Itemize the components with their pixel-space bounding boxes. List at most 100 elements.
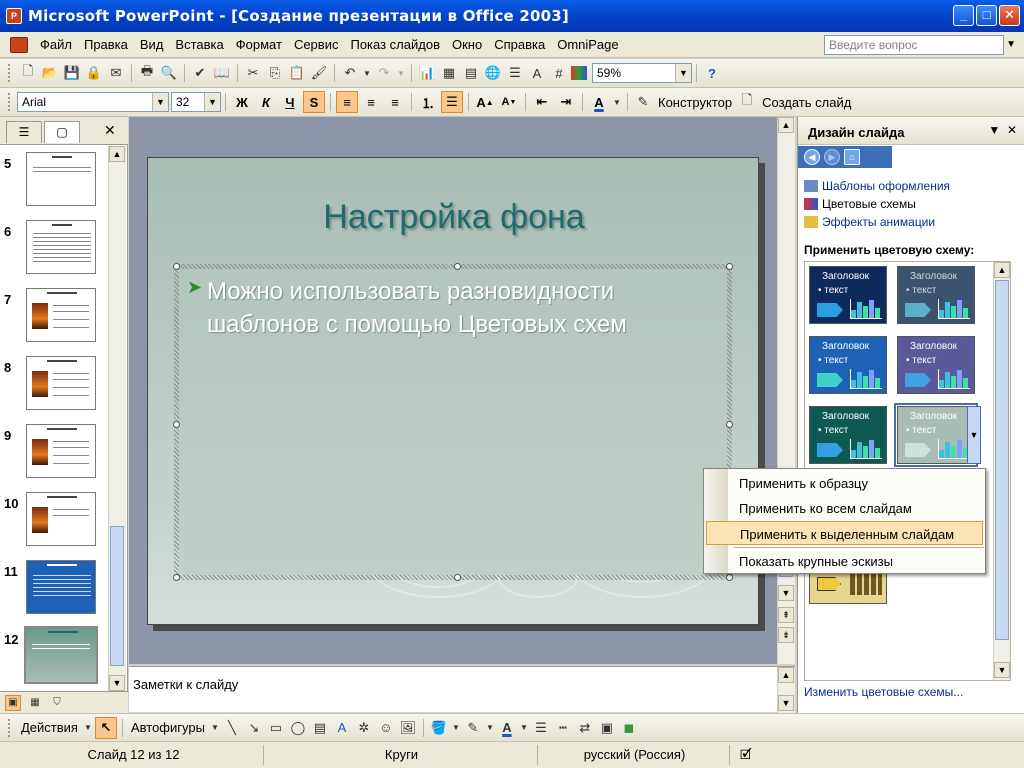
font-select[interactable]: Arial ▼ [17,92,169,112]
slide-scrollbar[interactable]: ▲ ▼ ⇞ ⇟ [777,117,795,664]
slide-thumbnail[interactable] [26,356,96,410]
paste-icon[interactable]: 📋 [287,63,307,83]
link-design-templates[interactable]: Шаблоны оформления [804,179,950,193]
designer-button[interactable]: Конструктор [654,95,736,110]
decrease-font-icon[interactable]: A ▼ [498,91,520,113]
color-scheme-2[interactable]: Заголовок • текст [897,266,975,324]
slides-scrollbar[interactable]: ▲ ▼ [108,146,126,691]
font-color-dropdown-icon[interactable]: ▼ [612,92,622,112]
line-color-icon[interactable]: ✎ [463,718,483,738]
numbering-icon[interactable]: ⒈ [417,91,439,113]
autoshapes-dropdown-icon[interactable]: ▼ [210,718,220,738]
align-right-icon[interactable]: ≡ [384,91,406,113]
oval-icon[interactable]: ◯ [288,718,308,738]
wordart-icon[interactable]: A [332,718,352,738]
scroll-up-icon[interactable]: ▲ [994,262,1010,278]
spelling-icon[interactable]: ✔ [190,63,210,83]
scroll-up-icon[interactable]: ▲ [778,667,794,683]
open-icon[interactable]: 📂 [40,63,60,83]
menu-window[interactable]: Окно [446,37,488,52]
autoshapes-menu[interactable]: Автофигуры [127,720,209,735]
slide-sorter-icon[interactable]: ▦ [27,695,43,711]
color-scheme-3[interactable]: Заголовок • текст [809,336,887,394]
redo-dropdown-icon[interactable]: ▼ [396,63,406,83]
font-dropdown-icon[interactable]: ▼ [152,93,168,111]
menu-help[interactable]: Справка [488,37,551,52]
resize-handle[interactable] [726,421,733,428]
increase-indent-icon[interactable]: ⇥ [555,91,577,113]
new-slide-button[interactable]: Создать слайд [758,95,855,110]
3d-style-icon[interactable]: ◼ [619,718,639,738]
back-icon[interactable]: ◀ [804,149,820,165]
draw-font-color-dropdown-icon[interactable]: ▼ [519,718,529,738]
color-scheme-1[interactable]: Заголовок • текст [809,266,887,324]
select-objects-icon[interactable]: ↖ [94,716,117,739]
resize-handle[interactable] [726,574,733,581]
edit-color-schemes-link[interactable]: Изменить цветовые схемы... [804,685,963,699]
insert-hyperlink-icon[interactable]: 🌐 [483,63,503,83]
new-icon[interactable]: 🗋 [18,63,38,83]
line-style-icon[interactable]: ☰ [531,718,551,738]
save-icon[interactable]: 💾 [62,63,82,83]
actions-dropdown-icon[interactable]: ▼ [83,718,93,738]
menu-omnipage[interactable]: OmniPage [551,37,624,52]
decrease-indent-icon[interactable]: ⇤ [531,91,553,113]
slide-thumb-8[interactable]: 8 [0,356,108,420]
link-label[interactable]: Цветовые схемы [822,197,916,211]
document-icon[interactable] [10,36,28,53]
scroll-up-icon[interactable]: ▲ [778,117,794,133]
redo-icon[interactable]: ↷ [374,63,394,83]
show-formatting-icon[interactable]: A [527,63,547,83]
toolbar-grip[interactable] [8,64,11,82]
fill-color-dropdown-icon[interactable]: ▼ [451,718,461,738]
scroll-down-icon[interactable]: ▼ [994,662,1010,678]
permission-icon[interactable]: 🔒 [84,63,104,83]
show-grid-icon[interactable]: # [549,63,569,83]
menu-format[interactable]: Формат [230,37,288,52]
menu-slideshow[interactable]: Показ слайдов [344,37,446,52]
format-painter-icon[interactable]: 🖌 [309,63,329,83]
scheme-dropdown-icon[interactable]: ▼ [967,406,981,464]
menu-file[interactable]: Файл [34,37,78,52]
resize-handle[interactable] [454,263,461,270]
powerpoint-app-icon[interactable]: P [6,8,22,24]
undo-icon[interactable]: ↶ [340,63,360,83]
help-icon[interactable]: ? [702,63,722,83]
link-color-schemes[interactable]: Цветовые схемы [804,197,916,211]
clipart-icon[interactable]: ☺ [376,718,396,738]
menu-apply-to-master[interactable]: Применить к образцу [706,471,983,495]
bold-button[interactable]: Ж [231,91,253,113]
slide-thumb-10[interactable]: 10 [0,492,108,556]
menu-show-large-previews[interactable]: Показать крупные эскизы [706,549,983,573]
link-label[interactable]: Шаблоны оформления [822,179,950,193]
tab-slides[interactable]: ▢ [44,121,80,143]
textbox-icon[interactable]: ▤ [310,718,330,738]
color-scheme-6[interactable]: Заголовок • текст [894,403,978,467]
tables-borders-icon[interactable]: ▤ [461,63,481,83]
align-left-icon[interactable]: ≡ [336,91,358,113]
font-color-icon[interactable]: A [588,91,610,113]
shadow-style-icon[interactable]: ▣ [597,718,617,738]
resize-handle[interactable] [173,574,180,581]
maximize-button[interactable]: □ [976,5,997,26]
draw-font-color-icon[interactable]: A [497,718,517,738]
slide-thumbnail[interactable] [26,220,96,274]
diagram-icon[interactable]: ✲ [354,718,374,738]
slide-thumbnail[interactable] [26,152,96,206]
task-pane-close-icon[interactable]: ✕ [1007,123,1017,137]
scroll-thumb[interactable] [110,526,124,666]
menu-insert[interactable]: Вставка [169,37,229,52]
menu-tools[interactable]: Сервис [288,37,345,52]
actions-menu[interactable]: Действия [17,720,82,735]
rectangle-icon[interactable]: ▭ [266,718,286,738]
task-pane-menu-icon[interactable]: ▼ [988,123,1000,137]
scroll-down-icon[interactable]: ▼ [109,675,125,691]
align-center-icon[interactable]: ≡ [360,91,382,113]
link-animation-schemes[interactable]: Эффекты анимации [804,215,935,229]
slide-title[interactable]: Настройка фона [148,198,758,237]
close-button[interactable]: ✕ [999,5,1020,26]
arrow-icon[interactable]: ↘ [244,718,264,738]
scroll-up-icon[interactable]: ▲ [109,146,125,162]
slide-thumb-11[interactable]: 11 [0,560,108,624]
slide-thumb-9[interactable]: 9 [0,424,108,488]
